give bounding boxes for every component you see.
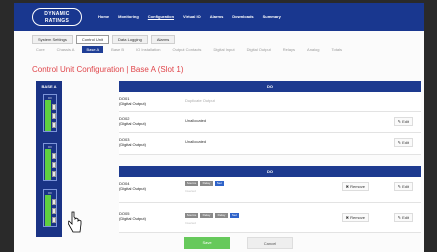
- config-subtabs: System Settings Control Unit Data Loggin…: [32, 35, 176, 44]
- badge: Delay: [200, 213, 213, 218]
- main-nav: Home Monitoring Configuration Virtual IO…: [98, 14, 281, 19]
- table-row: DO02 (Digital Output) Unallocated ✎ Edit: [119, 112, 421, 133]
- slot-indicator: [52, 153, 56, 159]
- io-status: Unallocated: [185, 139, 207, 144]
- badge: Sec: [230, 213, 239, 218]
- io-type: (Digital Output): [119, 216, 146, 221]
- io-name: DO04 (Digital Output): [119, 181, 146, 191]
- table-row: DO03 (Digital Output) Unallocated ✎ Edit: [119, 133, 421, 155]
- tab-chassis-a[interactable]: Chassis A: [53, 46, 79, 53]
- tab-data-logging[interactable]: Data Logging: [112, 35, 148, 44]
- io-type: (Digital Output): [119, 186, 146, 191]
- edit-label: Edit: [402, 119, 409, 124]
- slot-indicator: [52, 113, 56, 119]
- badge: Delay: [200, 181, 213, 186]
- section-header-do: DO: [119, 81, 421, 92]
- cancel-button[interactable]: Cancel: [247, 237, 293, 249]
- remove-label: Remove: [350, 215, 365, 220]
- edit-label: Edit: [402, 215, 409, 220]
- logo-line-2: RATINGS: [44, 18, 70, 24]
- section-title: DO: [267, 169, 273, 174]
- io-type: (Digital Output): [119, 101, 146, 106]
- base-rack-diagram: BASE A IO IO IO: [36, 81, 62, 237]
- badge: Delay: [215, 213, 228, 218]
- section-title: DO: [267, 84, 273, 89]
- edit-label: Edit: [402, 184, 409, 189]
- tab-alarms[interactable]: Alarms: [150, 35, 176, 44]
- edit-label: Edit: [402, 140, 409, 145]
- card-status-bar: [45, 100, 51, 131]
- tab-core[interactable]: Core: [32, 46, 49, 53]
- nav-monitoring[interactable]: Monitoring: [118, 14, 139, 19]
- rack-title: BASE A: [41, 84, 57, 89]
- table-row: DO01 (Digital Output) Duplicate Output: [119, 92, 421, 112]
- nav-virtual-io[interactable]: Virtual IO: [183, 14, 201, 19]
- io-card-2[interactable]: IO: [43, 143, 57, 181]
- io-status: Duplicate Output: [185, 98, 215, 103]
- nav-alarms[interactable]: Alarms: [210, 14, 224, 19]
- slot-indicator: [52, 104, 56, 110]
- io-name: DO02 (Digital Output): [119, 116, 146, 126]
- tab-control-unit[interactable]: Control Unit: [75, 35, 110, 44]
- slot-indicator: [52, 217, 56, 223]
- nav-home[interactable]: Home: [98, 14, 109, 19]
- page-title: Control Unit Configuration | Base A (Slo…: [32, 65, 184, 74]
- tab-base-b[interactable]: Base B: [107, 46, 128, 53]
- edit-button[interactable]: ✎ Edit: [393, 182, 413, 191]
- slot-indicator: [52, 208, 56, 214]
- remove-label: Remove: [350, 184, 365, 189]
- badge: Sec: [215, 181, 224, 186]
- save-button[interactable]: Save: [184, 237, 230, 249]
- nav-summary[interactable]: Summary: [263, 14, 281, 19]
- tab-analog[interactable]: Analog: [303, 46, 323, 53]
- io-name: DO05 (Digital Output): [119, 211, 146, 221]
- tab-io-installation[interactable]: IO Installation: [132, 46, 164, 53]
- slot-indicator: [52, 122, 56, 128]
- io-name: DO01 (Digital Output): [119, 96, 146, 106]
- badge: Source: [185, 181, 198, 186]
- tab-digital-input[interactable]: Digital Input: [209, 46, 238, 53]
- table-row: DO04 (Digital Output) Source Delay Sec I…: [119, 177, 421, 203]
- card-status-bar: [45, 149, 51, 180]
- remove-button[interactable]: ✖ Remove: [341, 213, 369, 222]
- io-card-1[interactable]: IO: [43, 94, 57, 132]
- base-tabs: Core Chassis A Base A Base B IO Installa…: [32, 46, 346, 53]
- slot-indicator: [52, 162, 56, 168]
- tab-system-settings[interactable]: System Settings: [32, 35, 73, 44]
- remove-button[interactable]: ✖ Remove: [341, 182, 369, 191]
- io-name: DO03 (Digital Output): [119, 137, 146, 147]
- nav-downloads[interactable]: Downloads: [232, 14, 253, 19]
- badge: Source: [185, 213, 198, 218]
- io-subline: Inverted: [185, 189, 196, 193]
- io-type: (Digital Output): [119, 121, 146, 126]
- nav-configuration[interactable]: Configuration: [148, 14, 174, 19]
- slot-indicator: [52, 199, 56, 205]
- io-card-3[interactable]: IO: [43, 189, 57, 227]
- app-window: DYNAMIC RATINGS Home Monitoring Configur…: [14, 3, 424, 252]
- table-row: DO05 (Digital Output) Source Delay Delay…: [119, 203, 421, 233]
- io-status: Unallocated: [185, 118, 207, 123]
- io-badges: Source Delay Sec: [185, 181, 224, 186]
- edit-button[interactable]: ✎ Edit: [393, 213, 413, 222]
- section-header-do: DO: [119, 166, 421, 177]
- tab-digital-output[interactable]: Digital Output: [243, 46, 275, 53]
- tab-base-a[interactable]: Base A: [82, 46, 104, 53]
- tab-relays[interactable]: Relays: [279, 46, 299, 53]
- logo-line-1: DYNAMIC: [44, 11, 70, 17]
- tab-totals[interactable]: Totals: [328, 46, 346, 53]
- mouse-pointer-icon: [68, 211, 82, 233]
- edit-button[interactable]: ✎ Edit: [393, 117, 413, 126]
- io-subline: Inverted: [185, 221, 196, 225]
- card-status-bar: [45, 195, 51, 226]
- slot-indicator: [52, 171, 56, 177]
- io-badges: Source Delay Delay Sec: [185, 213, 239, 218]
- tab-output-contacts[interactable]: Output Contacts: [169, 46, 206, 53]
- dynamic-ratings-logo[interactable]: DYNAMIC RATINGS: [32, 8, 82, 26]
- edit-button[interactable]: ✎ Edit: [393, 138, 413, 147]
- io-type: (Digital Output): [119, 142, 146, 147]
- top-navbar: DYNAMIC RATINGS Home Monitoring Configur…: [14, 3, 424, 31]
